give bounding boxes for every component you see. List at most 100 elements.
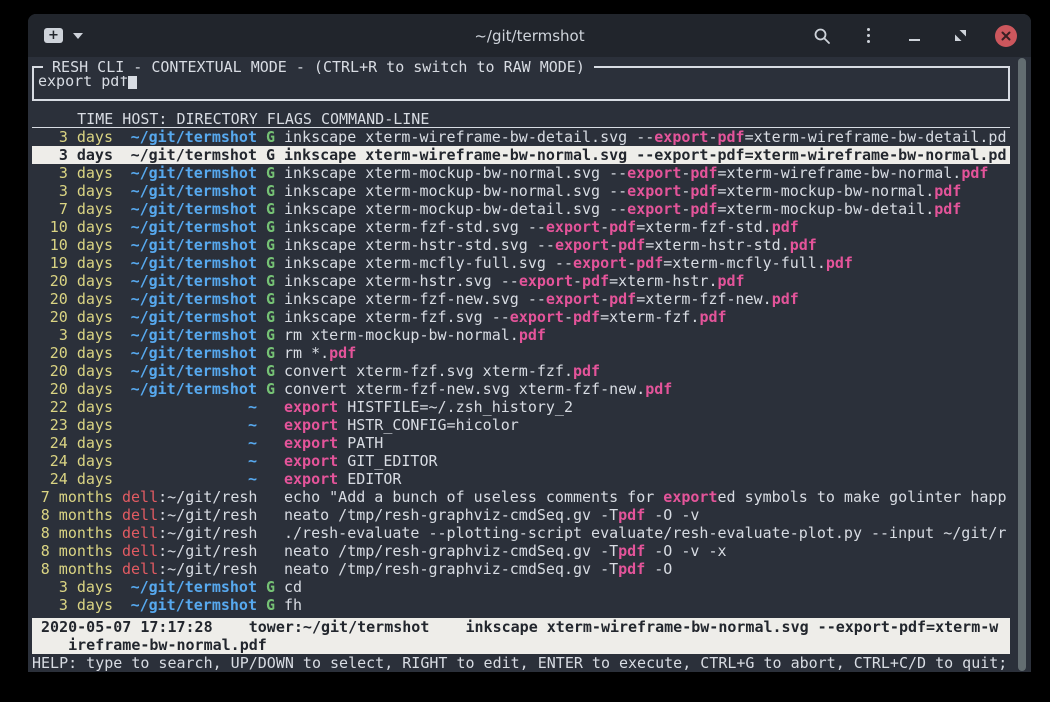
history-row[interactable]: 20 days~/git/termshotGinkscape xterm-fzf… xyxy=(32,290,1010,308)
row-time: 19 days xyxy=(32,254,113,272)
history-row[interactable]: 7 days~/git/termshotGinkscape xterm-mock… xyxy=(32,200,1010,218)
status-bar: 2020-05-07 17:17:28 tower:~/git/termshot… xyxy=(32,618,1010,654)
row-flags xyxy=(266,488,275,506)
row-time: 20 days xyxy=(32,362,113,380)
row-flags: G xyxy=(266,290,275,308)
history-row[interactable]: 3 days~/git/termshotGcd xyxy=(32,578,1010,596)
history-row[interactable]: 20 days~/git/termshotGinkscape xterm-fzf… xyxy=(32,308,1010,326)
history-row[interactable]: 8 monthsdell:~/git/reshneato /tmp/resh-g… xyxy=(32,560,1010,578)
row-time: 10 days xyxy=(32,236,113,254)
row-flags: G xyxy=(266,164,275,182)
restore-button[interactable] xyxy=(949,25,971,47)
row-host-directory: ~/git/termshot xyxy=(122,578,257,596)
row-command: inkscape xterm-mockup-bw-detail.svg --ex… xyxy=(284,200,1010,218)
row-host-directory: ~/git/termshot xyxy=(122,236,257,254)
history-row[interactable]: 20 days~/git/termshotGinkscape xterm-hst… xyxy=(32,272,1010,290)
history-row[interactable]: 8 monthsdell:~/git/resh./resh-evaluate -… xyxy=(32,524,1010,542)
row-directory: ~ xyxy=(248,416,257,434)
search-box-title: RESH CLI - CONTEXTUAL MODE - (CTRL+R to … xyxy=(43,58,594,76)
row-command: export EDITOR xyxy=(284,470,1010,488)
history-row[interactable]: 22 days~export HISTFILE=~/.zsh_history_2 xyxy=(32,398,1010,416)
row-host-directory: ~ xyxy=(122,416,257,434)
history-row[interactable]: 3 days~/git/termshotGrm xterm-mockup-bw-… xyxy=(32,326,1010,344)
row-time: 3 days xyxy=(32,326,113,344)
row-command: inkscape xterm-wireframe-bw-detail.svg -… xyxy=(284,128,1010,146)
history-row[interactable]: 19 days~/git/termshotGinkscape xterm-mcf… xyxy=(32,254,1010,272)
history-row[interactable]: 10 days~/git/termshotGinkscape xterm-hst… xyxy=(32,236,1010,254)
minimize-button[interactable] xyxy=(903,25,925,47)
history-row[interactable]: 20 days ~/git/termshot Gconvert xterm-fzf.… xyxy=(32,362,1010,380)
row-flags: G xyxy=(266,272,275,290)
row-directory: :~/git/resh xyxy=(158,524,257,542)
row-directory: ~/git/termshot xyxy=(131,596,257,614)
history-row[interactable]: 20 days~/git/termshotGconvert xterm-fzf-… xyxy=(32,380,1010,398)
row-time: 10 days xyxy=(32,218,113,236)
history-row[interactable]: 8 monthsdell:~/git/reshneato /tmp/resh-g… xyxy=(32,506,1010,524)
row-flags xyxy=(266,452,275,470)
row-command: convert xterm-fzf.svg xterm-fzf.pdf xyxy=(284,362,1010,380)
row-time: 3 days xyxy=(32,146,113,164)
history-row[interactable]: 3 days~/git/termshotGinkscape xterm-mock… xyxy=(32,164,1010,182)
row-host: dell xyxy=(122,560,158,578)
table-header: TIME HOST: DIRECTORY FLAGS COMMAND-LINE xyxy=(32,110,1010,128)
row-directory: :~/git/resh xyxy=(158,506,257,524)
row-time: 24 days xyxy=(32,470,113,488)
row-command: inkscape xterm-hstr.svg --export-pdf=xte… xyxy=(284,272,1010,290)
row-flags xyxy=(266,398,275,416)
row-time: 24 days xyxy=(32,452,113,470)
titlebar: ~/git/termshot xyxy=(28,14,1031,57)
search-box[interactable]: RESH CLI - CONTEXTUAL MODE - (CTRL+R to … xyxy=(32,66,1010,101)
row-directory: ~/git/termshot xyxy=(131,182,257,200)
row-directory: ~/git/termshot xyxy=(131,362,257,380)
history-row[interactable]: 23 days~export HSTR_CONFIG=hicolor xyxy=(32,416,1010,434)
row-time: 24 days xyxy=(32,434,113,452)
row-flags xyxy=(266,524,275,542)
row-host-directory: dell:~/git/resh xyxy=(122,542,257,560)
row-directory: ~/git/termshot xyxy=(131,128,257,146)
history-row[interactable]: 3 days~/git/termshotGinkscape xterm-wire… xyxy=(32,128,1010,146)
history-row[interactable]: 24 days ~ export EDITOR xyxy=(32,470,1010,488)
row-directory: ~/git/termshot xyxy=(131,164,257,182)
history-row[interactable]: 24 days~export GIT_EDITOR xyxy=(32,452,1010,470)
row-command: export HISTFILE=~/.zsh_history_2 xyxy=(284,398,1010,416)
history-row[interactable]: 10 days~/git/termshotGinkscape xterm-fzf… xyxy=(32,218,1010,236)
row-time: 7 days xyxy=(32,200,113,218)
row-directory: ~/git/termshot xyxy=(131,578,257,596)
menu-kebab-icon[interactable] xyxy=(857,25,879,47)
history-row[interactable]: 3 days~/git/termshotGinkscape xterm-mock… xyxy=(32,182,1010,200)
history-row[interactable]: 20 days~/git/termshotGrm *.pdf xyxy=(32,344,1010,362)
row-command: inkscape xterm-fzf-new.svg --export-pdf=… xyxy=(284,290,1010,308)
close-button[interactable] xyxy=(995,25,1017,47)
history-row[interactable]: 3 days~/git/termshotGinkscape xterm-wire… xyxy=(32,146,1010,164)
row-host-directory: dell:~/git/resh xyxy=(122,524,257,542)
row-flags: G xyxy=(266,200,275,218)
row-time: 3 days xyxy=(32,128,113,146)
row-time: 20 days xyxy=(32,290,113,308)
history-row[interactable]: 8 monthsdell:~/git/reshneato /tmp/resh-g… xyxy=(32,542,1010,560)
row-directory: ~/git/termshot xyxy=(131,326,257,344)
row-host: dell xyxy=(122,506,158,524)
row-directory: ~ xyxy=(248,470,257,488)
row-command: inkscape xterm-fzf-std.svg --export-pdf=… xyxy=(284,218,1010,236)
row-host-directory: ~/git/termshot xyxy=(122,254,257,272)
row-command: neato /tmp/resh-graphviz-cmdSeq.gv -Tpdf… xyxy=(284,542,1010,560)
search-icon[interactable] xyxy=(811,25,833,47)
history-row[interactable]: 7 monthsdell:~/git/reshecho "Add a bunch… xyxy=(32,488,1010,506)
row-command: inkscape xterm-wireframe-bw-normal.svg -… xyxy=(284,146,1010,164)
row-command: neato /tmp/resh-graphviz-cmdSeq.gv -Tpdf… xyxy=(284,560,1010,578)
row-flags: G xyxy=(266,362,275,380)
history-row[interactable]: 24 days~export PATH xyxy=(32,434,1010,452)
row-directory: ~/git/termshot xyxy=(131,344,257,362)
row-directory: :~/git/resh xyxy=(158,488,257,506)
row-host-directory: ~/git/termshot xyxy=(122,326,257,344)
new-tab-icon[interactable] xyxy=(44,28,63,43)
chevron-down-icon[interactable] xyxy=(73,33,83,39)
row-time: 8 months xyxy=(32,506,113,524)
row-flags: G xyxy=(266,578,275,596)
row-directory: ~ xyxy=(248,434,257,452)
row-command: inkscape xterm-mcfly-full.svg --export-p… xyxy=(284,254,1010,272)
row-directory: ~/git/termshot xyxy=(131,218,257,236)
history-row[interactable]: 3 days~/git/termshotGfh xyxy=(32,596,1010,614)
scrollbar[interactable] xyxy=(1018,58,1026,671)
row-flags: G xyxy=(266,596,275,614)
